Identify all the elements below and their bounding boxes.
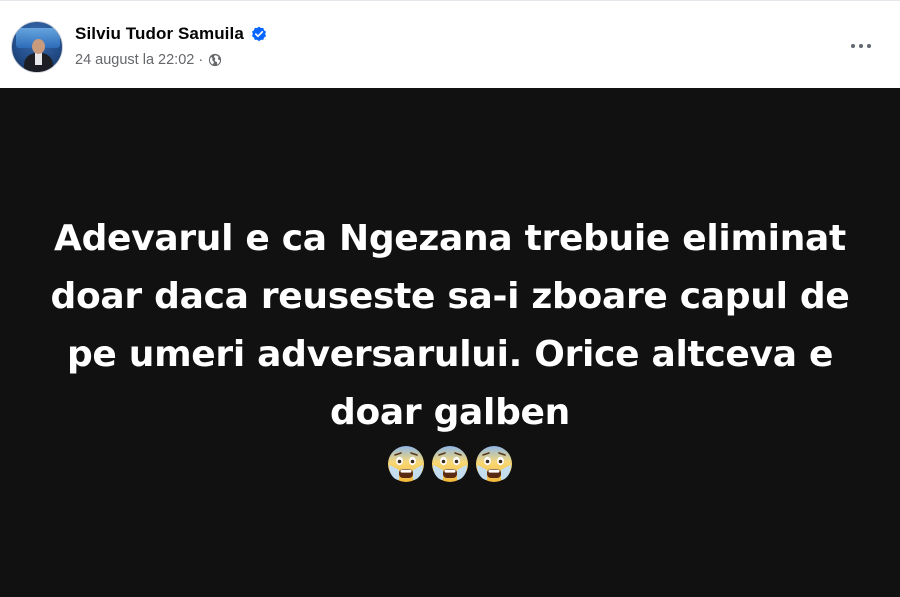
author-name[interactable]: Silviu Tudor Samuila: [75, 24, 244, 44]
globe-icon[interactable]: [208, 53, 222, 67]
fearful-face-icon: [432, 445, 468, 482]
facebook-post: Silviu Tudor Samuila 24 august la 22:02 …: [0, 0, 900, 597]
meta-separator: ·: [198, 52, 204, 68]
post-timestamp[interactable]: 24 august la 22:02: [75, 52, 194, 68]
post-text: Adevarul e ca Ngezana trebuie eliminat d…: [50, 217, 850, 433]
post-meta: 24 august la 22:02 ·: [75, 50, 222, 70]
avatar-shirt: [35, 53, 42, 65]
fearful-face-icon: [388, 445, 424, 482]
more-dot: [859, 44, 863, 48]
more-dot: [851, 44, 855, 48]
emoji-row: [384, 444, 516, 488]
verified-badge-icon: [251, 26, 266, 42]
avatar-head: [32, 39, 45, 54]
post-header: Silviu Tudor Samuila 24 august la 22:02 …: [0, 0, 900, 88]
author-avatar[interactable]: [11, 21, 63, 73]
more-dot: [867, 44, 871, 48]
more-options-button[interactable]: [838, 28, 884, 64]
post-background: Adevarul e ca Ngezana trebuie eliminat d…: [0, 88, 900, 597]
author-row: Silviu Tudor Samuila: [75, 23, 267, 45]
fearful-face-icon: [476, 445, 512, 482]
